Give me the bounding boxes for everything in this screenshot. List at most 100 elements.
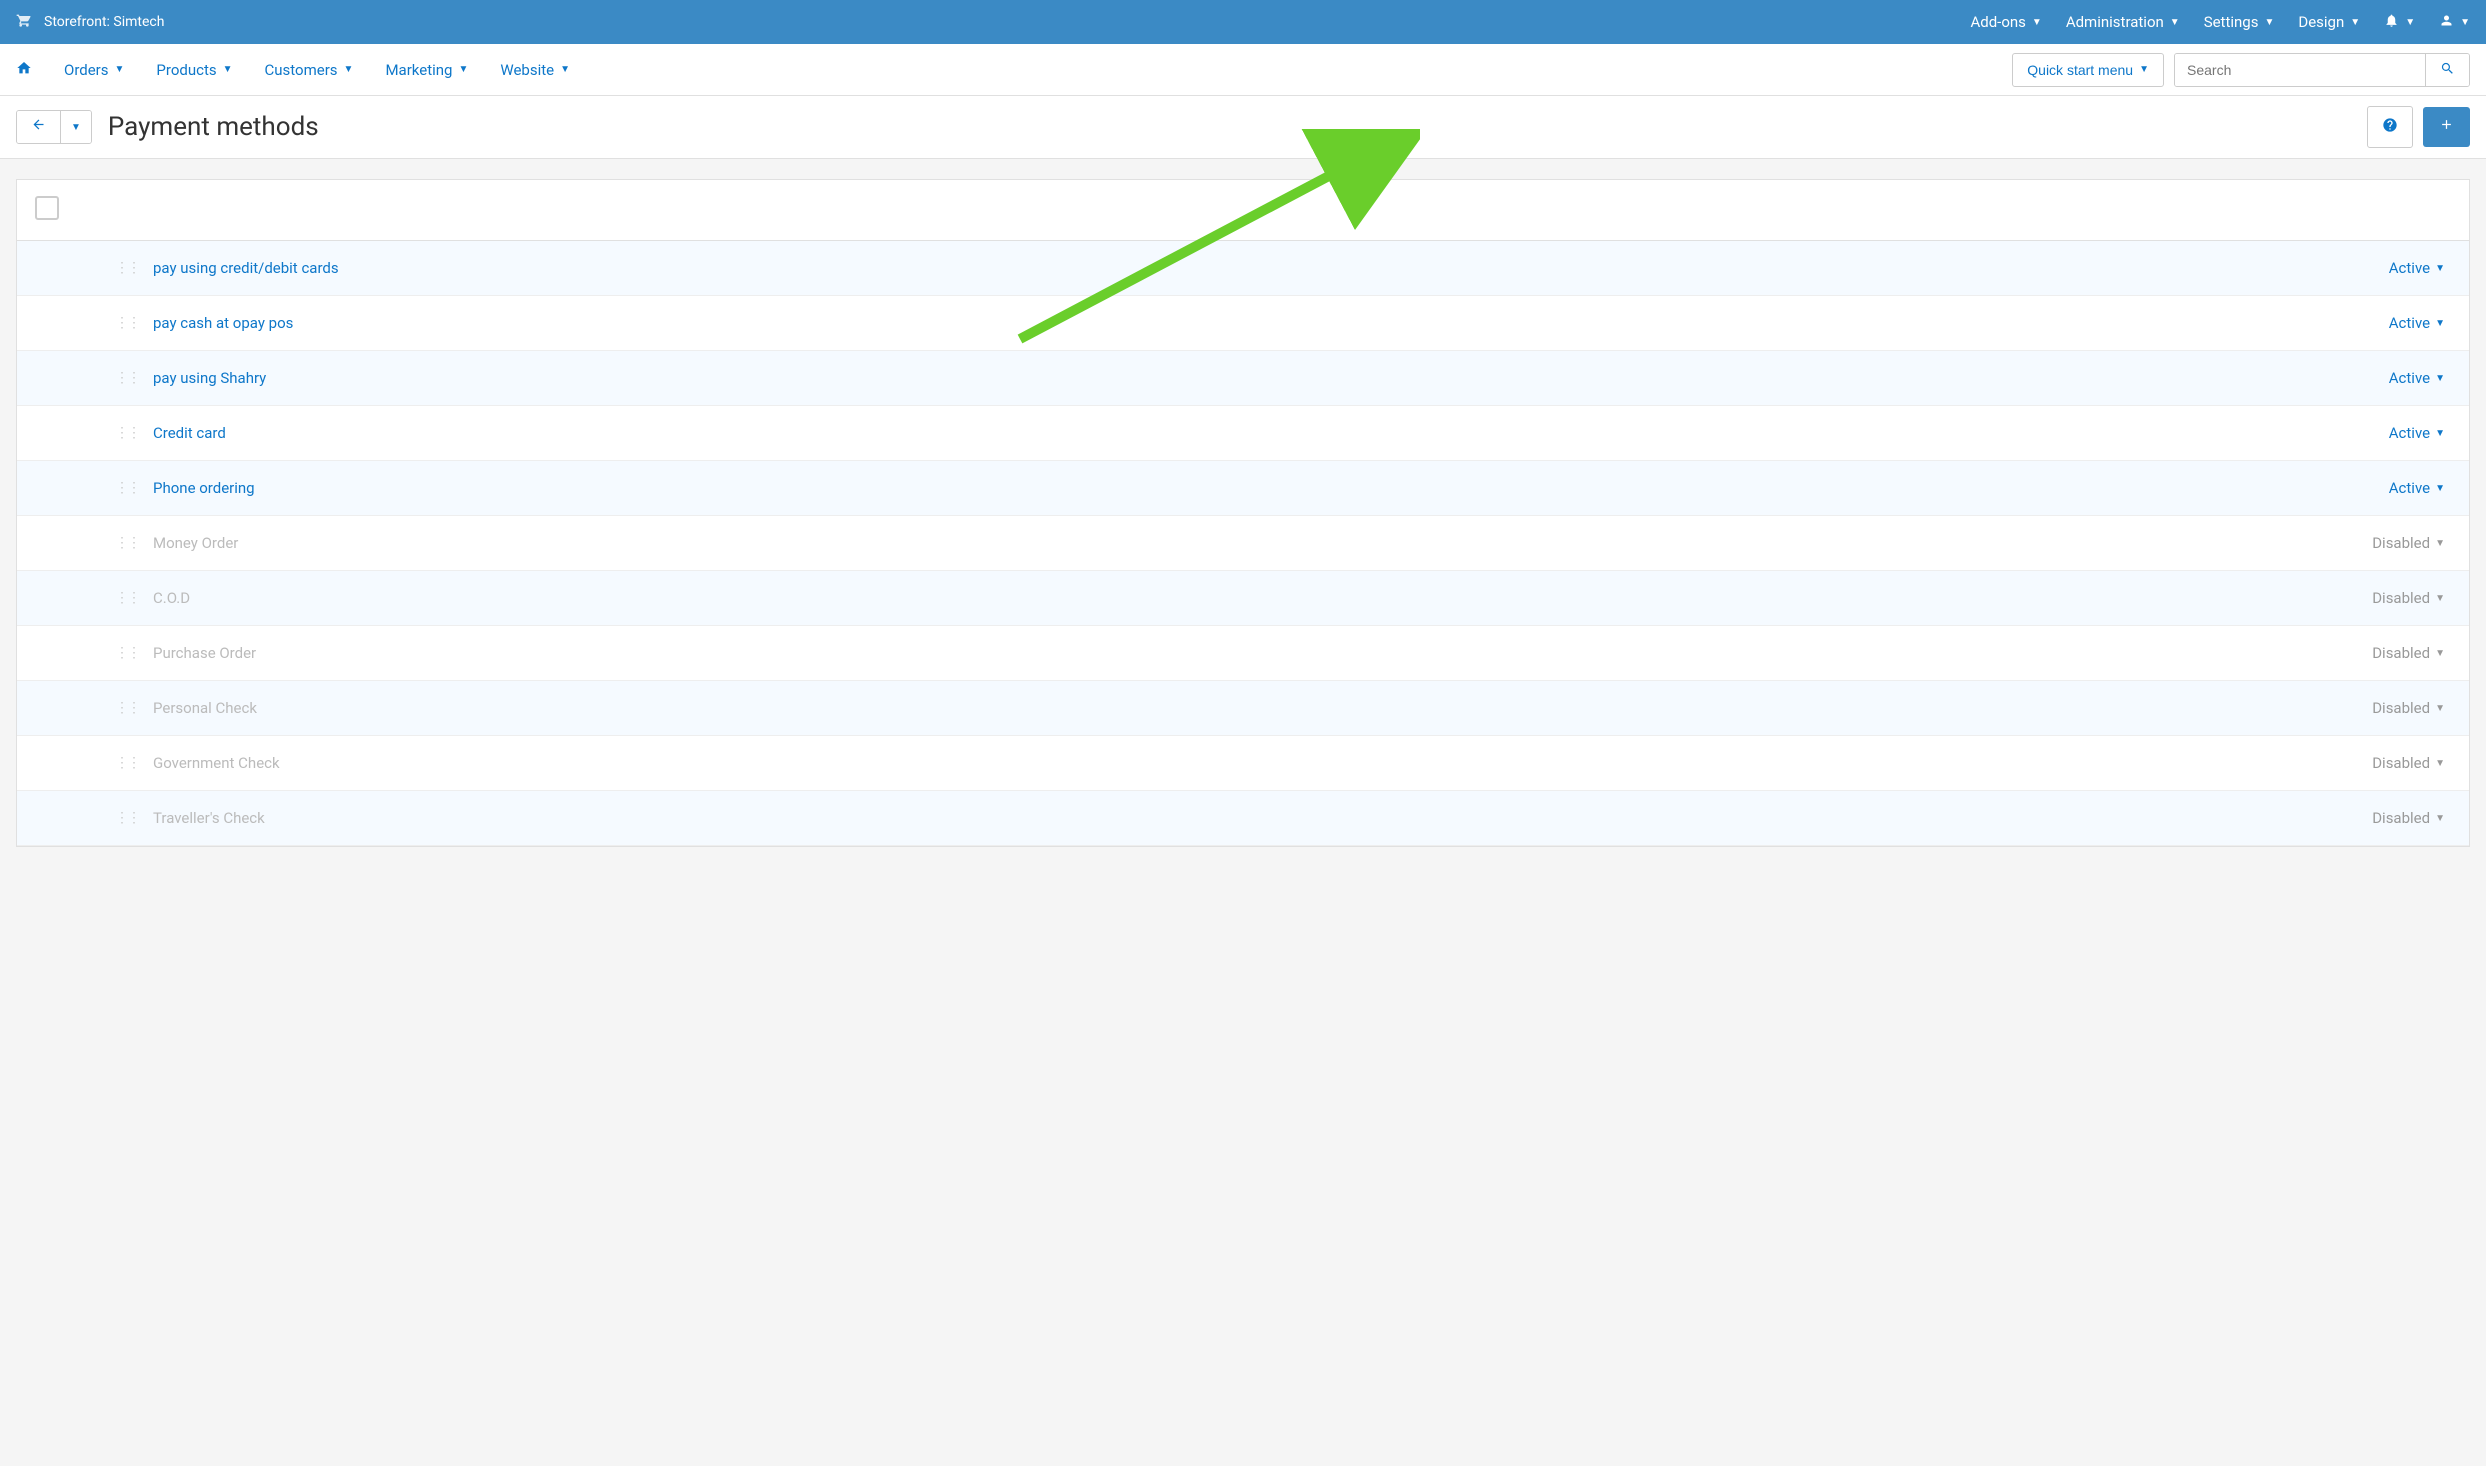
nav-orders[interactable]: Orders ▼: [64, 61, 124, 79]
drag-handle-icon[interactable]: ⋮⋮: [115, 755, 139, 771]
caret-down-icon: ▼: [2435, 593, 2445, 604]
caret-down-icon: ▼: [223, 64, 233, 75]
caret-down-icon: ▼: [560, 64, 570, 75]
search-button[interactable]: [2425, 54, 2469, 86]
search-input[interactable]: [2175, 54, 2425, 86]
status-label: Disabled: [2372, 754, 2430, 772]
add-button[interactable]: [2423, 107, 2470, 147]
status-dropdown[interactable]: Disabled▼: [2372, 589, 2451, 607]
row-left: ⋮⋮ Credit card: [35, 424, 226, 442]
caret-down-icon: ▼: [2350, 17, 2360, 28]
caret-down-icon: ▼: [71, 122, 81, 133]
status-dropdown[interactable]: Disabled▼: [2372, 809, 2451, 827]
nav-products[interactable]: Products ▼: [156, 61, 232, 79]
back-button-group: ▼: [16, 110, 92, 144]
payment-method-link[interactable]: C.O.D: [153, 589, 190, 607]
status-dropdown[interactable]: Active▼: [2389, 314, 2451, 332]
nav-customers-label: Customers: [265, 61, 338, 79]
table-row: ⋮⋮ pay using credit/debit cards Active▼: [17, 241, 2469, 296]
payment-method-link[interactable]: Money Order: [153, 534, 238, 552]
menu-addons-label: Add-ons: [1970, 13, 2025, 31]
row-left: ⋮⋮ Government Check: [35, 754, 280, 772]
page-header-right: [2367, 106, 2470, 148]
drag-handle-icon[interactable]: ⋮⋮: [115, 425, 139, 441]
drag-handle-icon[interactable]: ⋮⋮: [115, 315, 139, 331]
caret-down-icon: ▼: [115, 64, 125, 75]
status-dropdown[interactable]: Disabled▼: [2372, 534, 2451, 552]
drag-handle-icon[interactable]: ⋮⋮: [115, 535, 139, 551]
menu-administration-label: Administration: [2066, 13, 2164, 31]
cart-icon: [16, 12, 32, 32]
arrow-left-icon: [31, 119, 46, 136]
user-menu[interactable]: ▼: [2439, 13, 2470, 32]
payment-method-link[interactable]: Phone ordering: [153, 479, 255, 497]
status-dropdown[interactable]: Disabled▼: [2372, 754, 2451, 772]
home-icon[interactable]: [16, 60, 32, 80]
row-left: ⋮⋮ Money Order: [35, 534, 238, 552]
menu-administration[interactable]: Administration ▼: [2066, 13, 2180, 31]
row-left: ⋮⋮ C.O.D: [35, 589, 190, 607]
page-header: ▼ Payment methods: [0, 96, 2486, 159]
back-button[interactable]: [17, 111, 60, 143]
row-left: ⋮⋮ Personal Check: [35, 699, 257, 717]
payment-method-link[interactable]: Credit card: [153, 424, 226, 442]
caret-down-icon: ▼: [458, 64, 468, 75]
payment-method-link[interactable]: pay using credit/debit cards: [153, 259, 339, 277]
menu-settings[interactable]: Settings ▼: [2204, 13, 2275, 31]
menu-settings-label: Settings: [2204, 13, 2259, 31]
menu-design[interactable]: Design ▼: [2298, 13, 2360, 31]
status-label: Disabled: [2372, 809, 2430, 827]
search-wrap: [2174, 53, 2470, 87]
payment-method-link[interactable]: Traveller's Check: [153, 809, 265, 827]
drag-handle-icon[interactable]: ⋮⋮: [115, 370, 139, 386]
drag-handle-icon[interactable]: ⋮⋮: [115, 260, 139, 276]
status-dropdown[interactable]: Active▼: [2389, 479, 2451, 497]
table-row: ⋮⋮ Personal Check Disabled▼: [17, 681, 2469, 736]
caret-down-icon: ▼: [2435, 648, 2445, 659]
payment-method-link[interactable]: Purchase Order: [153, 644, 256, 662]
row-left: ⋮⋮ Purchase Order: [35, 644, 256, 662]
drag-handle-icon[interactable]: ⋮⋮: [115, 480, 139, 496]
payment-methods-table: ⋮⋮ pay using credit/debit cards Active▼ ⋮⋮ p…: [16, 179, 2470, 847]
content: ⋮⋮ pay using credit/debit cards Active▼ ⋮⋮ p…: [0, 159, 2486, 867]
nav-website[interactable]: Website ▼: [500, 61, 570, 79]
drag-handle-icon[interactable]: ⋮⋮: [115, 590, 139, 606]
caret-down-icon: ▼: [2139, 64, 2149, 75]
drag-handle-icon[interactable]: ⋮⋮: [115, 810, 139, 826]
drag-handle-icon[interactable]: ⋮⋮: [115, 645, 139, 661]
table-row: ⋮⋮ Money Order Disabled▼: [17, 516, 2469, 571]
caret-down-icon: ▼: [2460, 17, 2470, 28]
storefront-label[interactable]: Storefront: Simtech: [44, 14, 164, 30]
status-dropdown[interactable]: Disabled▼: [2372, 644, 2451, 662]
status-dropdown[interactable]: Active▼: [2389, 424, 2451, 442]
caret-down-icon: ▼: [2435, 483, 2445, 494]
drag-handle-icon[interactable]: ⋮⋮: [115, 700, 139, 716]
status-dropdown[interactable]: Active▼: [2389, 259, 2451, 277]
question-circle-icon: [2382, 120, 2398, 137]
status-dropdown[interactable]: Disabled▼: [2372, 699, 2451, 717]
quick-start-button[interactable]: Quick start menu ▼: [2012, 53, 2164, 87]
page-header-left: ▼ Payment methods: [16, 110, 319, 144]
payment-method-link[interactable]: Government Check: [153, 754, 280, 772]
nav-products-label: Products: [156, 61, 216, 79]
nav-marketing[interactable]: Marketing ▼: [385, 61, 468, 79]
back-dropdown-button[interactable]: ▼: [60, 111, 91, 143]
status-label: Disabled: [2372, 699, 2430, 717]
menu-addons[interactable]: Add-ons ▼: [1970, 13, 2041, 31]
payment-method-link[interactable]: pay cash at opay pos: [153, 314, 293, 332]
notifications-menu[interactable]: ▼: [2384, 13, 2415, 32]
status-dropdown[interactable]: Active▼: [2389, 369, 2451, 387]
row-left: ⋮⋮ Traveller's Check: [35, 809, 265, 827]
table-row: ⋮⋮ C.O.D Disabled▼: [17, 571, 2469, 626]
page-title: Payment methods: [108, 112, 319, 142]
row-left: ⋮⋮ pay using Shahry: [35, 369, 266, 387]
search-icon: [2440, 64, 2455, 79]
payment-method-link[interactable]: Personal Check: [153, 699, 257, 717]
select-all-checkbox[interactable]: [35, 196, 59, 220]
nav-customers[interactable]: Customers ▼: [265, 61, 354, 79]
payment-method-link[interactable]: pay using Shahry: [153, 369, 266, 387]
nav-website-label: Website: [500, 61, 554, 79]
table-row: ⋮⋮ pay using Shahry Active▼: [17, 351, 2469, 406]
help-button[interactable]: [2367, 106, 2413, 148]
caret-down-icon: ▼: [2435, 428, 2445, 439]
